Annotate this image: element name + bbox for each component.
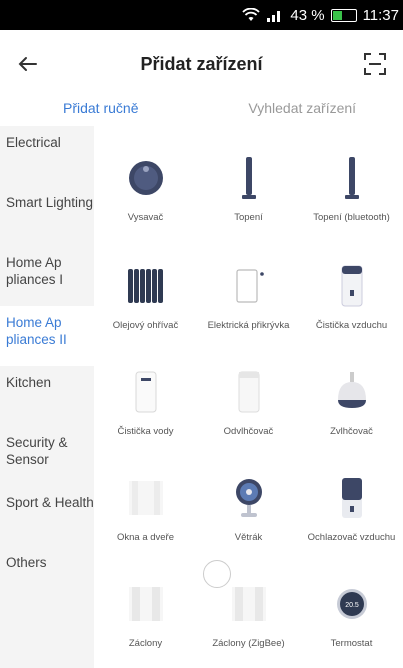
device-label: Ochlazovač vzduchu bbox=[307, 532, 396, 543]
page-title: Přidat zařízení bbox=[140, 53, 263, 74]
tab-add-manually[interactable]: Přidat ručně bbox=[0, 98, 202, 126]
device-label: Záclony (ZigBee) bbox=[212, 638, 285, 649]
tower-heater-icon bbox=[241, 157, 256, 199]
device-tile[interactable]: Topení (bluetooth) bbox=[300, 126, 403, 224]
device-tile[interactable]: Olejový ohřívač bbox=[94, 234, 197, 332]
curtains-zigbee-icon bbox=[231, 587, 266, 621]
device-tile[interactable]: Zvlhčovač bbox=[300, 340, 403, 438]
device-tile[interactable]: Elektrická přikrývka bbox=[197, 234, 300, 332]
tab-bar: Přidat ručně Vyhledat zařízení bbox=[0, 98, 403, 126]
battery-percent: 43 % bbox=[290, 6, 325, 24]
dehumidifier-icon bbox=[238, 371, 259, 413]
air-purifier-icon bbox=[341, 265, 362, 307]
device-tile[interactable]: Čistička vody bbox=[94, 340, 197, 438]
device-label: Olejový ohřívač bbox=[112, 320, 179, 331]
thermostat-icon: 20.5 bbox=[336, 589, 367, 619]
water-purifier-icon bbox=[135, 371, 156, 413]
sidebar-item-sport-health[interactable]: Sport & Health bbox=[0, 486, 94, 546]
back-arrow-icon[interactable] bbox=[14, 50, 42, 78]
device-label: Zvlhčovač bbox=[330, 426, 373, 437]
device-tile[interactable]: Okna a dveře bbox=[94, 446, 197, 544]
tab-search-devices[interactable]: Vyhledat zařízení bbox=[202, 98, 403, 126]
category-sidebar: Electrical Smart Lighting Home Ap plianc… bbox=[0, 126, 94, 668]
app-header: Přidat zařízení bbox=[0, 30, 403, 98]
air-cooler-icon bbox=[341, 478, 362, 518]
curtains-icon bbox=[128, 587, 163, 621]
sidebar-item-home-appliances-2[interactable]: Home Ap pliances II bbox=[0, 306, 94, 366]
fan-icon bbox=[235, 479, 262, 517]
device-tile[interactable]: Vysavač bbox=[94, 126, 197, 224]
scan-icon[interactable] bbox=[361, 50, 389, 78]
robot-vacuum-icon bbox=[128, 161, 163, 195]
device-tile[interactable]: Záclony bbox=[94, 552, 197, 650]
device-tile[interactable]: Odvlhčovač bbox=[197, 340, 300, 438]
window-door-icon bbox=[128, 481, 163, 515]
thermostat-reading: 20.5 bbox=[345, 602, 359, 609]
device-tile[interactable]: Topení bbox=[197, 126, 300, 224]
device-label: Vysavač bbox=[127, 212, 164, 223]
device-label: Topení (bluetooth) bbox=[313, 212, 390, 223]
device-label: Odvlhčovač bbox=[223, 426, 274, 437]
tower-heater-bluetooth-icon bbox=[344, 157, 359, 199]
sidebar-item-electrical[interactable]: Electrical bbox=[0, 126, 94, 186]
device-label: Čistička vzduchu bbox=[315, 320, 388, 331]
floating-touch-indicator bbox=[203, 560, 231, 588]
device-tile[interactable]: 20.5 Termostat bbox=[300, 552, 403, 650]
device-tile[interactable]: Ochlazovač vzduchu bbox=[300, 446, 403, 544]
wifi-icon bbox=[242, 8, 261, 21]
sidebar-item-smart-lighting[interactable]: Smart Lighting bbox=[0, 186, 94, 246]
battery-icon bbox=[330, 8, 357, 22]
device-label: Elektrická přikrývka bbox=[207, 320, 290, 331]
sidebar-item-kitchen[interactable]: Kitchen bbox=[0, 366, 94, 426]
device-tile[interactable]: Větrák bbox=[197, 446, 300, 544]
electric-blanket-icon bbox=[235, 269, 264, 303]
device-label: Topení bbox=[234, 212, 263, 223]
sidebar-item-others[interactable]: Others bbox=[0, 546, 94, 606]
status-bar: 43 % 11:37 bbox=[0, 0, 403, 30]
device-label: Okna a dveře bbox=[116, 532, 175, 543]
sidebar-item-security-sensor[interactable]: Security & Sensor bbox=[0, 426, 94, 486]
device-tile[interactable]: Čistička vzduchu bbox=[300, 234, 403, 332]
clock: 11:37 bbox=[362, 6, 399, 24]
sidebar-item-home-appliances-1[interactable]: Home Ap pliances I bbox=[0, 246, 94, 306]
device-label: Větrák bbox=[234, 532, 263, 543]
device-label: Termostat bbox=[330, 638, 373, 649]
device-label: Čistička vody bbox=[117, 426, 174, 437]
device-label: Záclony bbox=[128, 638, 163, 649]
humidifier-icon bbox=[337, 372, 366, 408]
signal-icon bbox=[267, 11, 281, 22]
device-grid: Vysavač Topení Topení (bluetooth) Olejov… bbox=[94, 126, 403, 668]
oil-heater-icon bbox=[127, 269, 163, 303]
